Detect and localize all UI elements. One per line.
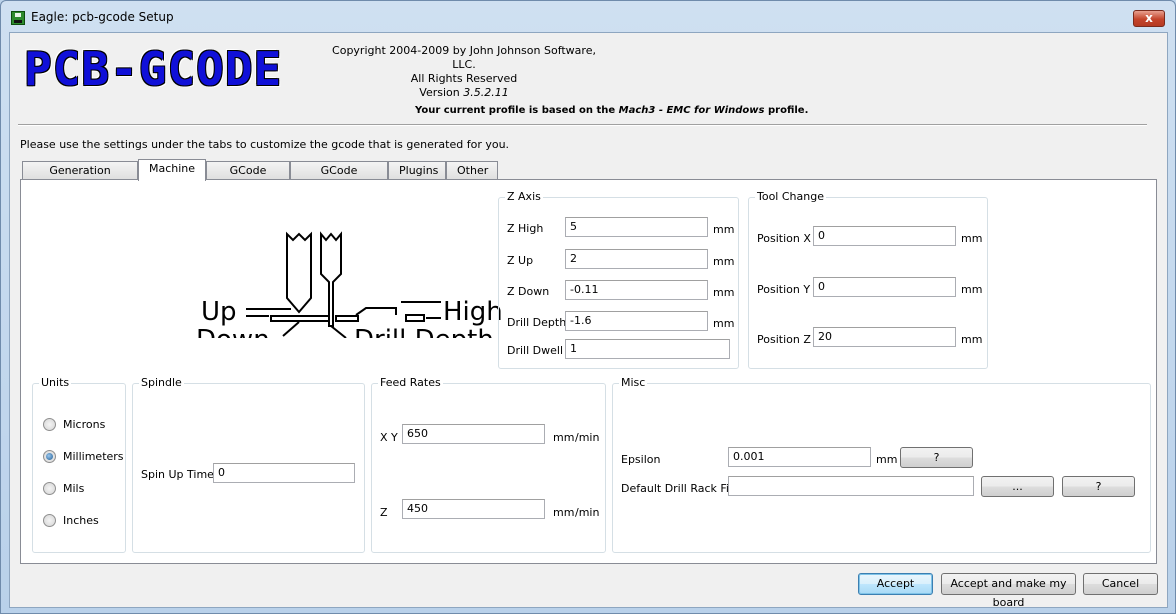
drill-depth-unit: mm xyxy=(713,317,735,330)
z-up-unit: mm xyxy=(713,255,735,268)
tool-change-group: Tool Change Position X 0 mm Position Y 0… xyxy=(748,190,988,369)
position-z-unit: mm xyxy=(961,333,983,346)
units-millimeters-radio[interactable] xyxy=(43,450,56,463)
feed-xy-per: /min xyxy=(575,431,600,444)
z-up-label: Z Up xyxy=(507,254,534,267)
position-x-unit: mm xyxy=(961,232,983,245)
pcb-board-shape xyxy=(270,307,425,322)
rights-text: All Rights Reserved xyxy=(410,72,518,85)
units-mils-label[interactable]: Mils xyxy=(63,482,84,495)
diagram-label-high: High xyxy=(443,297,501,327)
diagram-label-down: Down xyxy=(196,325,270,338)
spindle-title: Spindle xyxy=(139,376,184,389)
misc-title: Misc xyxy=(619,376,648,389)
epsilon-unit: mm xyxy=(876,453,898,466)
drill-bit-icon xyxy=(320,231,342,327)
feed-rates-group: Feed Rates X Y 650 mm /min Z 450 mm /min xyxy=(371,376,606,553)
drill-rack-label: Default Drill Rack File xyxy=(621,482,739,495)
position-x-input[interactable]: 0 xyxy=(813,226,956,246)
feed-xy-unit: mm xyxy=(553,431,575,444)
accept-button[interactable]: Accept xyxy=(858,573,933,595)
position-x-label: Position X xyxy=(757,232,811,245)
epsilon-label: Epsilon xyxy=(621,453,661,466)
feed-z-input[interactable]: 450 xyxy=(402,499,545,519)
machine-tab-panel: Up Down High Drill Depth Z Axis Z High 5… xyxy=(20,179,1157,564)
profile-name: Mach3 - EMC for Windows xyxy=(618,105,765,116)
units-group: Units Microns Millimeters Mils Inches xyxy=(32,376,126,553)
profile-suffix: profile. xyxy=(767,105,809,116)
version-label: Version xyxy=(419,86,460,99)
tab-plugins[interactable]: Plugins xyxy=(388,161,446,180)
version-line: Version 3.5.2.11 xyxy=(324,86,604,100)
z-axis-group: Z Axis Z High 5 mm Z Up 2 mm Z Down -0.1… xyxy=(498,190,739,369)
tab-other[interactable]: Other xyxy=(446,161,498,180)
z-up-input[interactable]: 2 xyxy=(565,249,708,269)
z-down-label: Z Down xyxy=(507,285,550,298)
feed-z-unit: mm xyxy=(553,506,575,519)
z-high-label: Z High xyxy=(507,222,544,235)
units-inches-radio[interactable] xyxy=(43,514,56,527)
eagle-app-icon xyxy=(11,11,25,25)
feed-xy-label: X Y xyxy=(380,431,398,444)
position-z-input[interactable]: 20 xyxy=(813,327,956,347)
dialog-window: Eagle: pcb-gcode Setup x PCB-GCODE Copyr… xyxy=(0,0,1176,614)
spin-up-time-input[interactable]: 0 xyxy=(213,463,355,483)
epsilon-help-button[interactable]: ? xyxy=(900,447,973,468)
feed-xy-input[interactable]: 650 xyxy=(402,424,545,444)
drill-depth-input[interactable]: -1.6 xyxy=(565,311,708,331)
drill-rack-help-button[interactable]: ? xyxy=(1062,476,1135,497)
position-y-label: Position Y xyxy=(757,283,811,296)
spindle-group: Spindle Spin Up Time 0 xyxy=(132,376,365,553)
units-microns-label[interactable]: Microns xyxy=(63,418,105,431)
header-divider xyxy=(18,124,1147,126)
misc-group: Misc Epsilon 0.001 mm ? Default Drill Ra… xyxy=(612,376,1151,553)
z-down-unit: mm xyxy=(713,286,735,299)
tab-gcode-options[interactable]: GCode Options xyxy=(290,161,388,194)
z-high-unit: mm xyxy=(713,223,735,236)
tab-generation-options[interactable]: Generation Options xyxy=(22,161,138,194)
position-z-label: Position Z xyxy=(757,333,811,346)
drill-depth-label: Drill Depth xyxy=(507,316,567,329)
feed-z-label: Z xyxy=(380,506,388,519)
dialog-body: PCB-GCODE Copyright 2004-2009 by John Jo… xyxy=(9,32,1168,609)
cancel-button[interactable]: Cancel xyxy=(1083,573,1158,595)
position-y-input[interactable]: 0 xyxy=(813,277,956,297)
feed-z-per: /min xyxy=(575,506,600,519)
diagram-label-up: Up xyxy=(201,297,237,327)
z-axis-diagram: Up Down High Drill Depth xyxy=(196,231,501,338)
units-millimeters-label[interactable]: Millimeters xyxy=(63,450,124,463)
copyright-block: Copyright 2004-2009 by John Johnson Soft… xyxy=(324,44,604,100)
drill-dwell-label: Drill Dwell xyxy=(507,344,564,357)
profile-prefix: Your current profile is based on the xyxy=(415,105,616,116)
position-y-unit: mm xyxy=(961,283,983,296)
z-down-input[interactable]: -0.11 xyxy=(565,280,708,300)
tab-gcode-style[interactable]: GCode Style xyxy=(206,161,290,194)
spin-up-time-label: Spin Up Time xyxy=(141,468,214,481)
z-high-input[interactable]: 5 xyxy=(565,217,708,237)
version-value: 3.5.2.11 xyxy=(463,86,509,99)
epsilon-input[interactable]: 0.001 xyxy=(728,447,871,467)
instructions-text: Please use the settings under the tabs t… xyxy=(20,138,510,151)
diagram-label-drill-depth: Drill Depth xyxy=(354,325,494,338)
accept-and-make-board-button[interactable]: Accept and make my board xyxy=(941,573,1076,609)
tab-machine[interactable]: Machine xyxy=(138,159,206,181)
copyright-text: Copyright 2004-2009 by John Johnson Soft… xyxy=(332,44,596,71)
units-title: Units xyxy=(39,376,72,389)
tool-change-title: Tool Change xyxy=(755,190,826,203)
drill-dwell-input[interactable]: 1 xyxy=(565,339,730,359)
feed-rates-title: Feed Rates xyxy=(378,376,443,389)
close-button[interactable]: x xyxy=(1133,10,1165,27)
mill-bit-icon xyxy=(286,231,312,314)
pcb-gcode-logo: PCB-GCODE xyxy=(24,42,283,96)
window-title: Eagle: pcb-gcode Setup xyxy=(31,10,174,24)
units-inches-label[interactable]: Inches xyxy=(63,514,99,527)
z-axis-title: Z Axis xyxy=(505,190,543,203)
units-mils-radio[interactable] xyxy=(43,482,56,495)
units-microns-radio[interactable] xyxy=(43,418,56,431)
drill-rack-input[interactable] xyxy=(728,476,974,496)
drill-rack-browse-button[interactable]: ... xyxy=(981,476,1054,497)
profile-notice: Your current profile is based on the Mac… xyxy=(415,105,808,116)
title-bar[interactable]: Eagle: pcb-gcode Setup x xyxy=(1,1,1175,33)
